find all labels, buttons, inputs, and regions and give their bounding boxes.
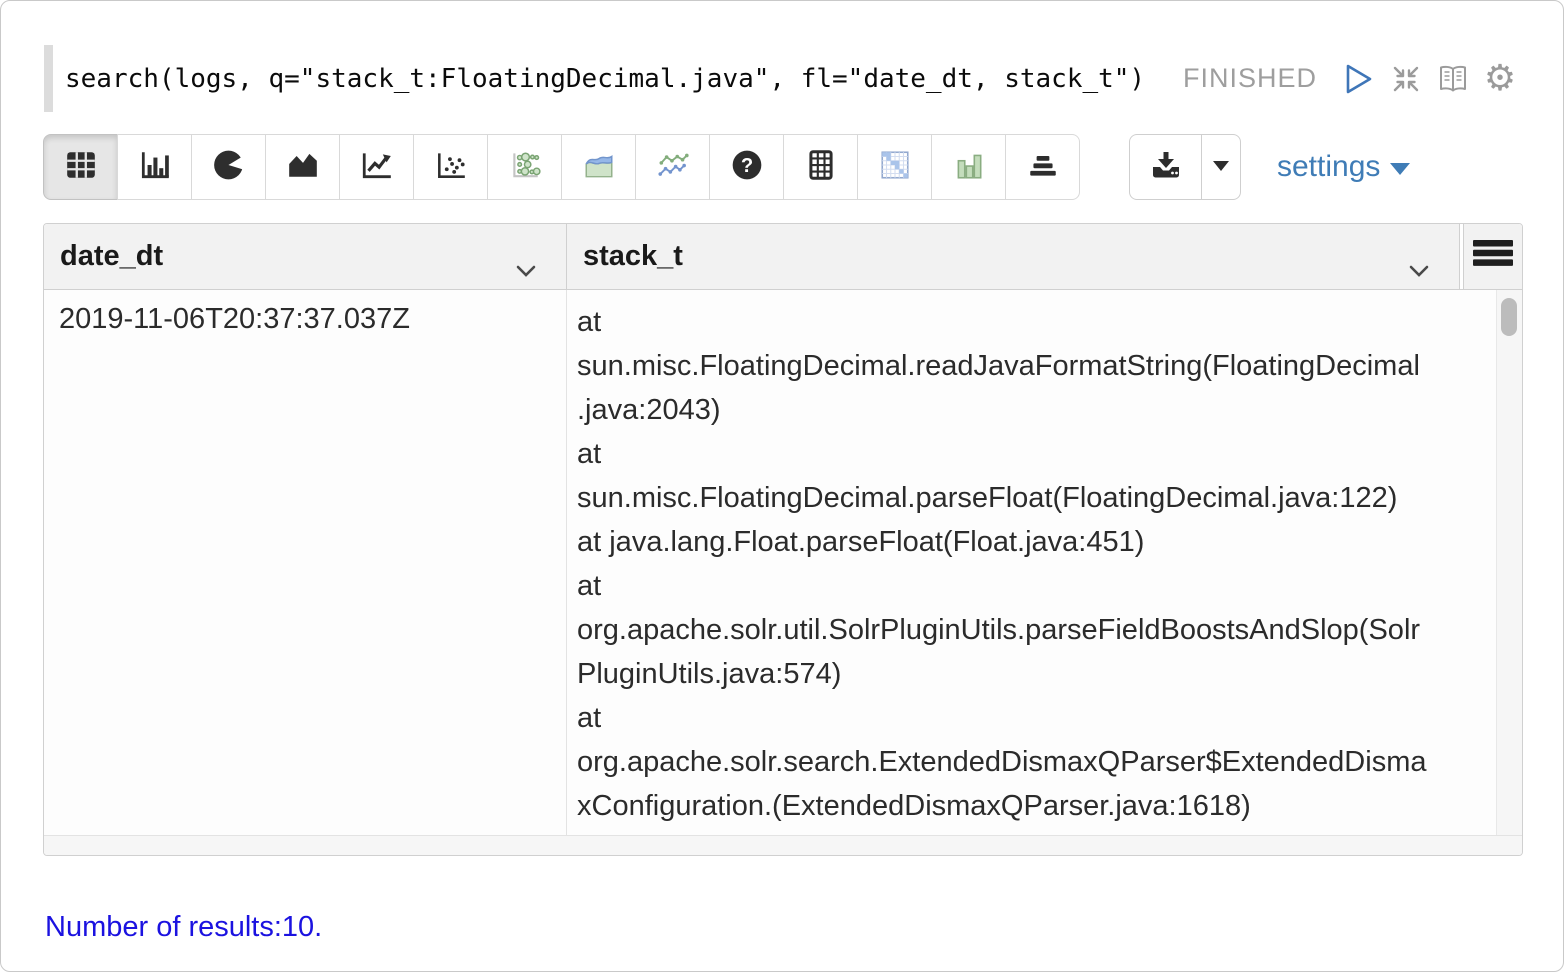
cell-date-dt: 2019-11-06T20:37:37.037Z [44,290,567,835]
download-split-button [1129,134,1241,200]
cell-stack-t: at sun.misc.FloatingDecimal.readJavaForm… [567,290,1496,835]
viz-multi-line-chart-button[interactable] [635,134,710,200]
viz-pie-chart-button[interactable] [191,134,266,200]
results-count-text: Number of results:10. [45,911,322,944]
viz-funnel-button[interactable] [1005,134,1080,200]
hamburger-menu-icon [1472,237,1514,277]
download-options-button[interactable] [1201,134,1241,200]
column-header-stack-t[interactable]: stack_t [567,224,1460,290]
code-editor-gutter [44,45,53,112]
viz-grouped-bar-chart-button[interactable] [931,134,1006,200]
multi-line-chart-icon [656,148,690,187]
heatmap-icon [878,148,912,187]
scatter-chart-icon [434,148,468,187]
svg-text:?: ? [740,154,752,176]
result-table: date_dt stack_t 2019-11-06T20:37:37.037Z [43,223,1523,856]
column-label: date_dt [60,240,163,273]
caret-down-icon [1213,158,1229,176]
stacked-area-chart-icon [582,148,616,187]
viz-stacked-area-chart-button[interactable] [561,134,636,200]
run-button[interactable] [1342,62,1376,96]
viz-heatmap-button[interactable] [857,134,932,200]
line-chart-icon [360,148,394,187]
viz-line-chart-button[interactable] [339,134,414,200]
visualization-toolbar: ? [43,134,1080,200]
help-icon: ? [730,148,764,187]
bar-chart-icon [138,148,172,187]
pie-chart-icon [212,148,246,187]
settings-toggle[interactable]: settings [1277,134,1410,200]
vertical-scrollbar-thumb[interactable] [1501,298,1517,336]
column-menu-chevron-icon[interactable] [1409,252,1429,285]
viz-area-chart-button[interactable] [265,134,340,200]
horizontal-scrollbar[interactable] [44,835,1522,856]
table-body: 2019-11-06T20:37:37.037Z at sun.misc.Flo… [44,290,1522,835]
download-icon [1149,148,1183,187]
book-icon[interactable] [1436,62,1470,96]
code-editor[interactable]: search(logs, q="stack_t:FloatingDecimal.… [65,45,1145,112]
table-icon [64,148,98,187]
table-header-row: date_dt stack_t [44,224,1522,290]
area-chart-icon [286,148,320,187]
viz-help-button[interactable]: ? [709,134,784,200]
column-header-date-dt[interactable]: date_dt [44,224,567,290]
bubble-chart-icon [508,148,542,187]
grid-table-icon [804,148,838,187]
notebook-paragraph: search(logs, q="stack_t:FloatingDecimal.… [0,0,1564,972]
viz-grid-table-button[interactable] [783,134,858,200]
collapse-icon[interactable] [1389,62,1423,96]
viz-bar-chart-button[interactable] [117,134,192,200]
paragraph-controls: FINISHED ⚙ [1183,45,1517,112]
vertical-scrollbar[interactable] [1496,290,1522,835]
grouped-bar-chart-icon [952,148,986,187]
grid-menu-button[interactable] [1463,224,1522,290]
viz-scatter-chart-button[interactable] [413,134,488,200]
settings-label: settings [1277,150,1380,184]
download-button[interactable] [1129,134,1202,200]
status-badge: FINISHED [1183,63,1317,94]
column-label: stack_t [583,240,683,273]
funnel-icon [1026,148,1060,187]
gear-icon[interactable]: ⚙ [1483,62,1517,96]
caret-down-icon [1390,163,1410,175]
viz-table-button[interactable] [43,134,118,200]
column-menu-chevron-icon[interactable] [516,252,536,285]
viz-bubble-chart-button[interactable] [487,134,562,200]
